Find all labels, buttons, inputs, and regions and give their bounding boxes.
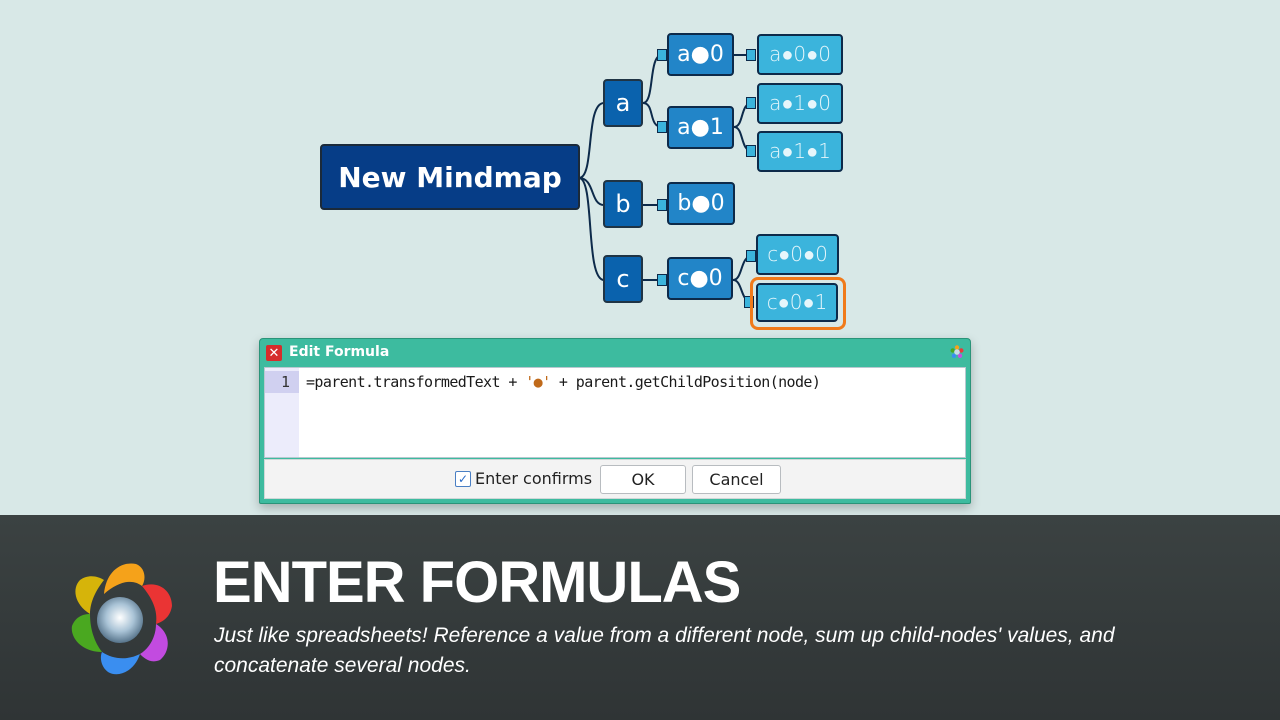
node-label: c●0●0: [767, 242, 828, 266]
line-gutter: 1: [265, 368, 299, 457]
edge-a-a0: [642, 54, 663, 104]
node-label: b●0: [677, 191, 725, 216]
node-label: c●0●1: [766, 290, 828, 314]
ok-button[interactable]: OK: [600, 465, 686, 494]
logo-petal-red: [142, 584, 172, 624]
close-icon[interactable]: ✕: [266, 345, 282, 361]
connector-icon: [657, 199, 667, 211]
node-label: a●1●0: [769, 91, 831, 115]
dialog-titlebar[interactable]: ✕ Edit Formula: [260, 339, 970, 367]
logo-orb: [97, 597, 143, 643]
connector-icon: [746, 250, 756, 262]
connector-icon: [744, 296, 754, 308]
node-label: a●0: [677, 42, 724, 67]
node-a0[interactable]: a●0: [667, 33, 734, 76]
node-a00[interactable]: a●0●0: [757, 34, 843, 75]
banner-description: Just like spreadsheets! Reference a valu…: [214, 624, 1115, 677]
root-node-label: New Mindmap: [338, 160, 562, 194]
node-label: a●1: [677, 115, 724, 140]
node-label: a●0●0: [769, 42, 831, 66]
logo-petal-blue: [100, 652, 140, 675]
formula-editor[interactable]: 1 =parent.transformedText + '●' + parent…: [264, 367, 966, 458]
node-label: c: [616, 265, 630, 293]
edge-root-a: [578, 102, 605, 179]
node-b[interactable]: b: [603, 180, 643, 228]
logo-petal-yellow: [75, 576, 104, 614]
edge-root-c: [578, 177, 605, 281]
node-label: a: [615, 89, 631, 117]
connector-icon: [746, 145, 756, 157]
node-label: b: [615, 190, 631, 218]
node-c00[interactable]: c●0●0: [756, 234, 839, 275]
dialog-footer: ✓ Enter confirms OK Cancel: [264, 459, 966, 499]
node-label: a●1●1: [769, 139, 831, 163]
dialog-title: Edit Formula: [289, 344, 390, 360]
code-text: + parent.getChildPosition(node): [550, 373, 821, 391]
code-string-literal: '●': [525, 373, 551, 391]
node-c0[interactable]: c●0: [667, 257, 733, 300]
logo-petal-orange: [104, 563, 145, 594]
node-label: c●0: [677, 266, 723, 291]
connector-icon: [657, 274, 667, 286]
banner-headline: ENTER FORMULAS: [213, 550, 741, 615]
connector-icon: [746, 49, 756, 61]
feature-banner: ENTER FORMULAS Just like spreadsheets! R…: [0, 515, 1280, 720]
node-b0[interactable]: b●0: [667, 182, 735, 225]
node-a11[interactable]: a●1●1: [757, 131, 843, 172]
node-c01-selected[interactable]: c●0●1: [756, 283, 838, 322]
connector-icon: [657, 49, 667, 61]
connector-icon: [657, 121, 667, 133]
node-a1[interactable]: a●1: [667, 106, 734, 149]
enter-confirms-option[interactable]: ✓ Enter confirms: [455, 469, 592, 488]
root-node[interactable]: New Mindmap: [320, 144, 580, 210]
code-text: =parent.transformedText +: [306, 373, 526, 391]
edit-formula-dialog: ✕ Edit Formula 1 =parent.transformedText…: [259, 338, 971, 504]
enter-confirms-checkbox[interactable]: ✓: [455, 470, 471, 487]
enter-confirms-label: Enter confirms: [475, 469, 593, 488]
line-number: 1: [265, 371, 299, 393]
freeplane-logo-icon: [950, 345, 964, 358]
cancel-button[interactable]: Cancel: [692, 465, 781, 494]
freeplane-logo-icon: [71, 563, 172, 675]
logo-petal-purple: [140, 624, 168, 662]
formula-code[interactable]: =parent.transformedText + '●' + parent.g…: [306, 371, 821, 393]
node-a10[interactable]: a●1●0: [757, 83, 843, 124]
node-a[interactable]: a: [603, 79, 643, 127]
node-c[interactable]: c: [603, 255, 643, 303]
connector-icon: [746, 97, 756, 109]
